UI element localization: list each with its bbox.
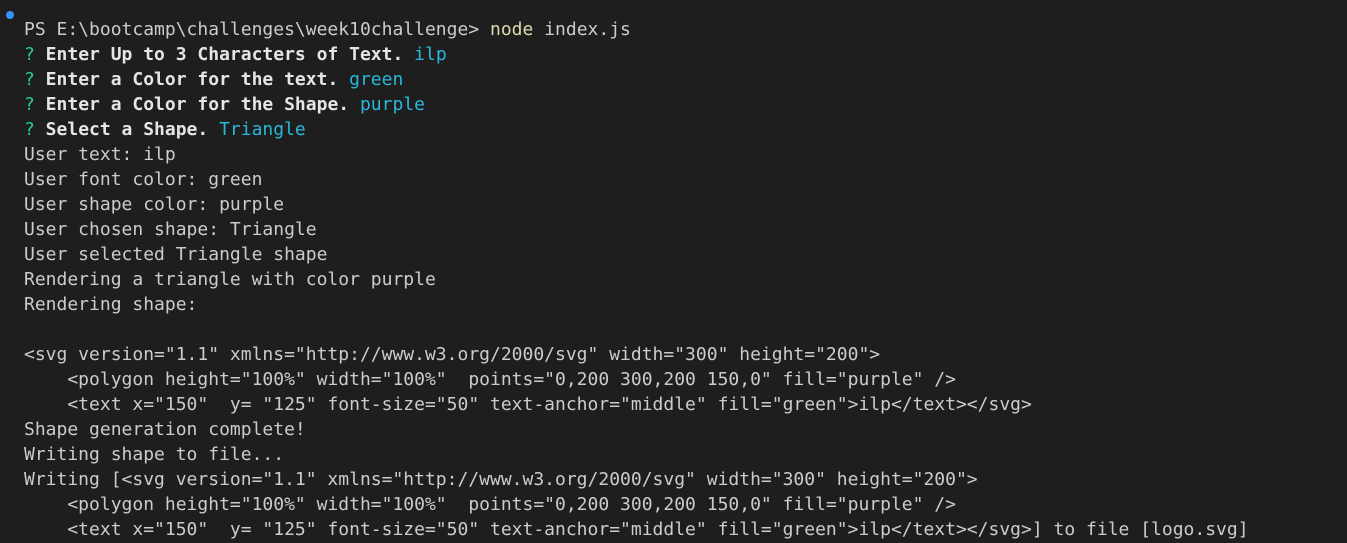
question-mark-icon: ? [24, 119, 35, 140]
question-line: ? Select a Shape. Triangle [24, 117, 1249, 142]
output-line: Shape generation complete! [24, 419, 306, 440]
question-line: ? Enter a Color for the text. green [24, 67, 1249, 92]
output-line: <text x="150" y= "125" font-size="50" te… [24, 519, 1249, 540]
command-name: node [490, 19, 534, 40]
question-text: Select a Shape. [34, 119, 220, 140]
command-args: index.js [533, 19, 631, 40]
command-line: PS E:\bootcamp\challenges\week10challeng… [24, 17, 1249, 42]
output-line: User selected Triangle shape [24, 244, 328, 265]
output-line: User text: ilp [24, 144, 176, 165]
question-answer: green [349, 69, 404, 90]
terminal-output: PS E:\bootcamp\challenges\week10challeng… [24, 0, 1249, 543]
output-line: <svg version="1.1" xmlns="http://www.w3.… [24, 344, 881, 365]
terminal-panel[interactable]: PS E:\bootcamp\challenges\week10challeng… [0, 0, 1347, 543]
question-answer: Triangle [219, 119, 306, 140]
output-line: User shape color: purple [24, 194, 285, 215]
output-line: Writing shape to file... [24, 444, 285, 465]
output-line: <polygon height="100%" width="100%" poin… [24, 369, 956, 390]
question-mark-icon: ? [24, 94, 35, 115]
question-text: Enter a Color for the text. [34, 69, 350, 90]
output-line: User font color: green [24, 169, 263, 190]
question-mark-icon: ? [24, 44, 35, 65]
question-answer: ilp [414, 44, 447, 65]
question-mark-icon: ? [24, 69, 35, 90]
question-list: ? Enter Up to 3 Characters of Text. ilp?… [24, 42, 1249, 142]
output-list: User text: ilp User font color: green User… [24, 142, 1249, 543]
shell-prompt: PS E:\bootcamp\challenges\week10challeng… [24, 19, 490, 40]
output-line: Rendering a triangle with color purple [24, 269, 436, 290]
output-line: <text x="150" y= "125" font-size="50" te… [24, 394, 1032, 415]
output-line: Writing [<svg version="1.1" xmlns="http:… [24, 469, 978, 490]
terminal-line-partial [24, 0, 1249, 17]
output-line: <polygon height="100%" width="100%" poin… [24, 494, 956, 515]
question-text: Enter a Color for the Shape. [34, 94, 360, 115]
question-line: ? Enter Up to 3 Characters of Text. ilp [24, 42, 1249, 67]
question-text: Enter Up to 3 Characters of Text. [34, 44, 415, 65]
question-answer: purple [359, 94, 425, 115]
command-status-dot-icon[interactable] [6, 11, 14, 19]
output-line: User chosen shape: Triangle [24, 219, 317, 240]
question-line: ? Enter a Color for the Shape. purple [24, 92, 1249, 117]
output-line: Rendering shape: [24, 294, 198, 315]
